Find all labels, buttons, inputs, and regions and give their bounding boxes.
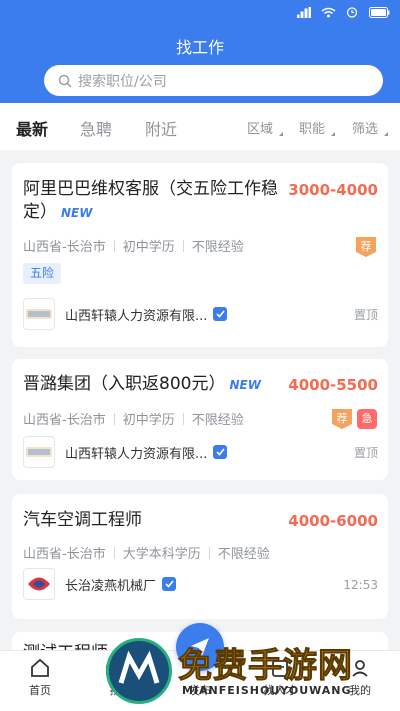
filter-more[interactable]: 筛选 bbox=[352, 118, 389, 137]
company-logo bbox=[23, 298, 55, 330]
home-icon bbox=[31, 658, 49, 677]
company-name: 山西轩辕人力资源有限... bbox=[65, 308, 208, 324]
filter-function[interactable]: 职能 bbox=[299, 118, 336, 137]
company-logo bbox=[23, 436, 55, 468]
signal-icon bbox=[296, 6, 312, 18]
filter-region[interactable]: 区域 bbox=[247, 118, 284, 137]
job-title: 汽车空调工程师 bbox=[23, 510, 142, 530]
company-name: 山西轩辕人力资源有限... bbox=[65, 446, 208, 462]
tab-nearby[interactable]: 附近 bbox=[145, 116, 177, 140]
job-card[interactable]: 汽车空调工程师 4000-6000 山西省-长治市 大学本科学历 不限经验 长治… bbox=[12, 494, 388, 619]
tab-latest[interactable]: 最新 bbox=[16, 116, 48, 140]
verified-icon bbox=[213, 307, 228, 321]
verified-icon bbox=[162, 577, 177, 591]
pinned-label: 置顶 bbox=[353, 446, 378, 460]
battery-icon bbox=[368, 6, 390, 18]
send-icon bbox=[191, 638, 209, 656]
job-card[interactable]: 阿里巴巴维权客服（交五险工作稳 定） NEW 3000-4000 山西省-长治市 … bbox=[12, 163, 388, 347]
company-row[interactable]: 山西轩辕人力资源有限... bbox=[23, 436, 228, 468]
tab-urgent[interactable]: 急聘 bbox=[80, 116, 112, 140]
recommend-badge: 荐 bbox=[356, 237, 376, 257]
status-bar bbox=[296, 4, 390, 20]
nav-mine[interactable]: 我的 bbox=[325, 657, 395, 698]
job-card[interactable]: 晋潞集团（入职返800元） NEW 4000-5500 山西省-长治市 初中学历 … bbox=[12, 359, 388, 480]
verified-icon bbox=[213, 445, 228, 459]
search-input[interactable]: 搜索职位/公司 bbox=[44, 65, 383, 96]
job-meta: 山西省-长治市 初中学历 不限经验 bbox=[23, 412, 244, 428]
job-title: 阿里巴巴维权客服（交五险工作稳 定） NEW bbox=[23, 179, 278, 222]
urgent-badge: 急 bbox=[357, 409, 377, 429]
job-title: 晋潞集团（入职返800元） NEW bbox=[23, 374, 261, 394]
welfare-tag: 五险 bbox=[23, 263, 62, 284]
new-tag: NEW bbox=[229, 378, 261, 392]
page-title: 找工作 bbox=[175, 38, 224, 57]
company-row[interactable]: 长治凌燕机械厂 bbox=[23, 568, 177, 600]
people-icon bbox=[272, 660, 288, 677]
search-icon bbox=[58, 74, 72, 88]
alarm-icon bbox=[344, 6, 360, 18]
pinned-label: 置顶 bbox=[353, 308, 378, 322]
salary: 4000-6000 bbox=[288, 512, 378, 530]
search-placeholder: 搜索职位/公司 bbox=[78, 73, 167, 90]
publish-fab-button[interactable] bbox=[176, 623, 224, 671]
dropdown-triangle-icon bbox=[279, 132, 284, 136]
post-time: 12:53 bbox=[343, 578, 378, 592]
nav-jobs[interactable]: 找 bbox=[80, 657, 150, 698]
dropdown-triangle-icon bbox=[331, 132, 336, 136]
new-tag: NEW bbox=[61, 206, 93, 220]
user-icon bbox=[352, 660, 368, 677]
job-meta: 山西省-长治市 初中学历 不限经验 bbox=[23, 239, 244, 255]
recommend-badge: 荐 bbox=[332, 409, 352, 429]
tab-bar: 最新 急聘 附近 区域 职能 筛选 bbox=[0, 103, 400, 150]
dropdown-triangle-icon bbox=[384, 132, 389, 136]
nav-talent[interactable]: 找人才 bbox=[245, 657, 315, 698]
company-name: 长治凌燕机械厂 bbox=[65, 578, 157, 594]
company-row[interactable]: 山西轩辕人力资源有限... bbox=[23, 298, 228, 330]
nav-home[interactable]: 首页 bbox=[5, 657, 75, 698]
wifi-icon bbox=[320, 6, 336, 18]
salary: 3000-4000 bbox=[288, 181, 378, 199]
salary: 4000-5500 bbox=[288, 376, 378, 394]
header: 找工作 搜索职位/公司 bbox=[0, 0, 400, 103]
job-meta: 山西省-长治市 大学本科学历 不限经验 bbox=[23, 546, 270, 562]
briefcase-icon bbox=[106, 663, 124, 677]
company-logo bbox=[23, 568, 55, 600]
